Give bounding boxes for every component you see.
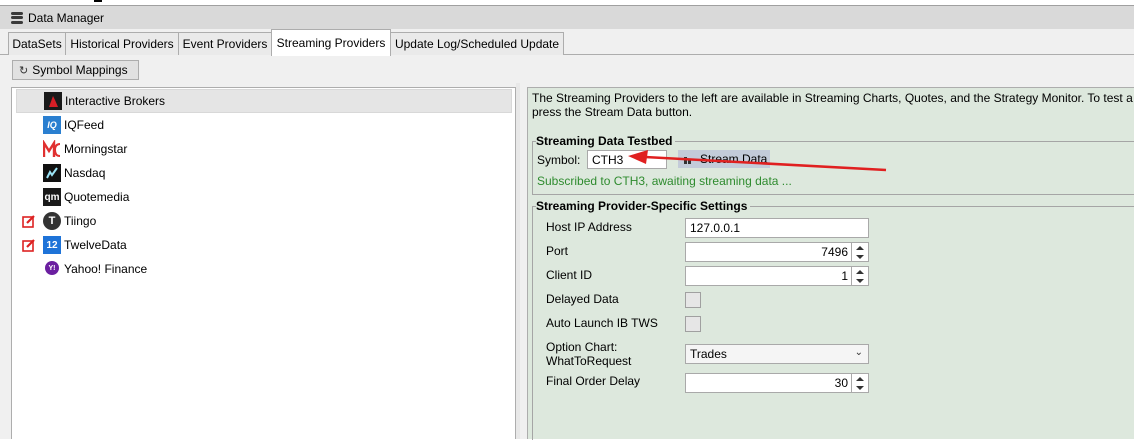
client-id-stepper[interactable]: 1 xyxy=(685,266,869,286)
symbol-input[interactable]: CTH3 xyxy=(587,150,667,169)
interactive-brokers-logo xyxy=(44,92,62,110)
provider-name: Tiingo xyxy=(64,214,97,228)
provider-name: Nasdaq xyxy=(64,166,106,180)
description-text: The Streaming Providers to the left are … xyxy=(532,91,1134,119)
option-chart-select[interactable]: Trades ⌄ xyxy=(685,344,869,364)
provider-name: Quotemedia xyxy=(64,190,130,204)
client-id-spinner[interactable] xyxy=(851,267,868,285)
port-value: 7496 xyxy=(821,245,848,259)
database-icon xyxy=(11,11,23,24)
provider-item-yahoo-finance[interactable]: Y! Yahoo! Finance xyxy=(16,257,512,281)
client-id-value: 1 xyxy=(841,269,848,283)
client-id-label: Client ID xyxy=(546,268,593,282)
tab-event-providers[interactable]: Event Providers xyxy=(178,32,272,55)
provider-item-twelvedata[interactable]: 12 TwelveData xyxy=(16,233,512,257)
edit-icon[interactable] xyxy=(22,214,36,228)
settings-title: Streaming Provider-Specific Settings xyxy=(536,199,751,213)
tiingo-logo: T xyxy=(43,212,61,230)
provider-name: Yahoo! Finance xyxy=(64,262,148,276)
host-ip-label: Host IP Address xyxy=(546,220,632,234)
port-label: Port xyxy=(546,244,569,258)
stream-data-label: Stream Data xyxy=(700,152,768,166)
chevron-down-icon: ⌄ xyxy=(854,347,863,358)
port-spinner[interactable] xyxy=(851,243,868,261)
main-content: ↻ Symbol Mappings Interactive Brokers IQ… xyxy=(0,55,1134,440)
tab-update-log[interactable]: Update Log/Scheduled Update xyxy=(390,32,564,55)
delayed-data-label: Delayed Data xyxy=(546,292,619,306)
provider-item-interactive-brokers[interactable]: Interactive Brokers xyxy=(16,89,512,113)
symbol-label: Symbol: xyxy=(537,153,581,167)
provider-item-iqfeed[interactable]: IQ IQFeed xyxy=(16,113,512,137)
host-ip-input[interactable]: 127.0.0.1 xyxy=(685,218,869,238)
final-order-delay-label: Final Order Delay xyxy=(546,374,641,388)
edit-icon[interactable] xyxy=(22,238,36,252)
final-order-delay-value: 30 xyxy=(834,376,848,390)
symbol-mappings-label: Symbol Mappings xyxy=(32,63,128,77)
provider-name: TwelveData xyxy=(64,238,127,252)
provider-item-morningstar[interactable]: Morningstar xyxy=(16,137,512,161)
final-order-delay-stepper[interactable]: 30 xyxy=(685,373,869,393)
provider-item-quotemedia[interactable]: qm Quotemedia xyxy=(16,185,512,209)
yahoo-finance-logo: Y! xyxy=(45,261,59,275)
subscription-status: Subscribed to CTH3, awaiting streaming d… xyxy=(537,174,792,188)
window-titlebar: Data Manager xyxy=(0,5,1134,29)
delayed-data-checkbox[interactable] xyxy=(685,292,701,308)
option-chart-label: Option Chart: WhatToRequest xyxy=(546,340,632,368)
tab-streaming-providers[interactable]: Streaming Providers xyxy=(271,29,391,56)
twelvedata-logo: 12 xyxy=(43,236,61,254)
option-chart-value: Trades xyxy=(690,347,727,361)
nasdaq-logo xyxy=(43,164,61,182)
stream-icon xyxy=(684,154,694,164)
refresh-icon: ↻ xyxy=(19,64,29,77)
symbol-mappings-button[interactable]: ↻ Symbol Mappings xyxy=(12,60,139,80)
stream-data-button[interactable]: Stream Data xyxy=(678,150,770,168)
port-stepper[interactable]: 7496 xyxy=(685,242,869,262)
provider-item-nasdaq[interactable]: Nasdaq xyxy=(16,161,512,185)
provider-name: IQFeed xyxy=(64,118,105,132)
final-order-delay-spinner[interactable] xyxy=(851,374,868,392)
morningstar-logo xyxy=(43,140,61,158)
auto-launch-checkbox[interactable] xyxy=(685,316,701,332)
provider-list[interactable]: Interactive Brokers IQ IQFeed Morningsta… xyxy=(11,87,516,439)
provider-name: Interactive Brokers xyxy=(65,94,166,108)
provider-item-tiingo[interactable]: T Tiingo xyxy=(16,209,512,233)
auto-launch-label: Auto Launch IB TWS xyxy=(546,316,658,330)
iqfeed-logo: IQ xyxy=(43,116,61,134)
quotemedia-logo: qm xyxy=(43,188,61,206)
window-title: Data Manager xyxy=(28,10,105,25)
testbed-title: Streaming Data Testbed xyxy=(536,134,676,148)
tab-strip: DataSets Historical Providers Event Prov… xyxy=(0,29,1134,56)
splitter[interactable] xyxy=(516,83,520,439)
tab-datasets[interactable]: DataSets xyxy=(8,32,66,55)
provider-details-pane: The Streaming Providers to the left are … xyxy=(527,87,1134,440)
tab-historical-providers[interactable]: Historical Providers xyxy=(65,32,179,55)
provider-name: Morningstar xyxy=(64,142,128,156)
